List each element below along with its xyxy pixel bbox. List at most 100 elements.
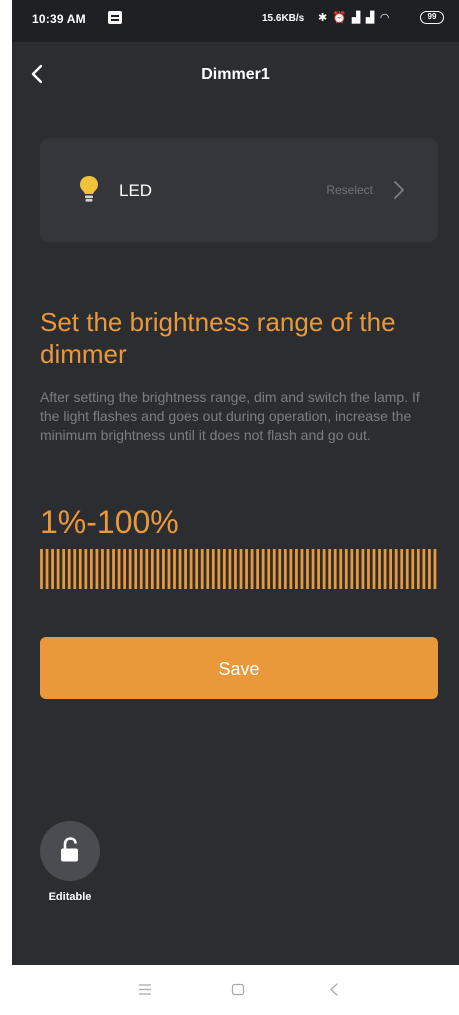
- slider-tick: [239, 549, 243, 589]
- slider-tick: [350, 549, 354, 589]
- bluetooth-icon: ✱: [318, 11, 329, 24]
- slider-tick: [355, 549, 359, 589]
- home-icon: [231, 983, 245, 996]
- brightness-description: After setting the brightness range, dim …: [40, 389, 420, 443]
- network-speed: 15.6KB/s: [262, 13, 305, 24]
- slider-tick: [167, 549, 171, 589]
- slider-tick: [139, 549, 143, 589]
- nav-home-button[interactable]: [218, 975, 258, 1005]
- lock-status-label: Editable: [48, 891, 92, 903]
- brightness-heading: Set the brightness range of the dimmer: [40, 307, 396, 369]
- slider-tick: [322, 549, 326, 589]
- battery-icon: 99: [420, 11, 444, 24]
- status-bar: 10:39 AM 15.6KB/s ✱ ⏰ ▟ ▟ ◠ 99: [12, 0, 459, 42]
- slider-tick: [428, 549, 431, 589]
- slider-tick: [300, 549, 304, 589]
- slider-tick: [411, 549, 415, 589]
- slider-tick: [228, 549, 232, 589]
- slider-tick: [189, 549, 193, 589]
- slider-tick: [134, 549, 138, 589]
- nav-back-button[interactable]: [314, 975, 354, 1005]
- device-type-card[interactable]: LED Reselect: [40, 138, 438, 242]
- slider-tick: [394, 549, 398, 589]
- signal-icon: ▟: [351, 11, 362, 24]
- status-icons: ✱ ⏰ ▟ ▟ ◠: [318, 11, 390, 24]
- slider-tick: [89, 549, 93, 589]
- nav-menu-button[interactable]: [125, 975, 165, 1005]
- slider-tick: [73, 549, 77, 589]
- slider-tick: [416, 549, 420, 589]
- slider-tick: [195, 549, 199, 589]
- slider-tick: [234, 549, 237, 589]
- slider-tick: [306, 549, 309, 589]
- slider-tick: [317, 549, 320, 589]
- slider-tick: [117, 549, 121, 589]
- chevron-right-icon: [394, 181, 404, 199]
- unlocked-padlock-icon: [61, 837, 78, 862]
- slider-tick: [112, 549, 115, 589]
- slider-tick: [256, 549, 259, 589]
- save-button[interactable]: Save: [40, 637, 438, 699]
- slider-tick: [433, 549, 437, 589]
- slider-tick: [211, 549, 215, 589]
- brightness-range-slider[interactable]: [39, 549, 438, 589]
- slider-tick: [383, 549, 387, 589]
- app-screen: 10:39 AM 15.6KB/s ✱ ⏰ ▟ ▟ ◠ 99 Dimmer1 L…: [12, 0, 459, 1015]
- brightness-range-value: 1%-100%: [40, 504, 179, 540]
- slider-tick: [217, 549, 221, 589]
- alarm-icon: ⏰: [332, 11, 348, 24]
- slider-tick: [106, 549, 110, 589]
- slider-tick: [78, 549, 82, 589]
- slider-tick: [367, 549, 370, 589]
- slider-tick: [173, 549, 176, 589]
- slider-tick: [206, 549, 210, 589]
- slider-tick: [378, 549, 381, 589]
- slider-tick: [101, 549, 104, 589]
- slider-tick: [56, 549, 60, 589]
- slider-tick: [339, 549, 343, 589]
- slider-tick: [128, 549, 132, 589]
- slider-tick: [278, 549, 282, 589]
- slider-tick: [67, 549, 71, 589]
- slider-tick: [295, 549, 298, 589]
- header: Dimmer1: [12, 50, 459, 100]
- reselect-link[interactable]: Reselect: [326, 183, 373, 197]
- message-notification-icon: [108, 11, 122, 24]
- back-icon: [330, 983, 338, 996]
- slider-tick: [95, 549, 99, 589]
- slider-tick: [389, 549, 392, 589]
- slider-tick: [289, 549, 293, 589]
- signal-icon: ▟: [365, 11, 376, 24]
- edit-lock-button[interactable]: [40, 821, 100, 881]
- slider-tick: [51, 549, 54, 589]
- slider-tick: [344, 549, 348, 589]
- slider-tick: [178, 549, 182, 589]
- slider-tick: [272, 549, 276, 589]
- slider-tick: [40, 549, 43, 589]
- slider-tick: [245, 549, 248, 589]
- slider-tick: [333, 549, 337, 589]
- slider-tick: [361, 549, 365, 589]
- slider-tick: [62, 549, 66, 589]
- slider-tick: [261, 549, 265, 589]
- wifi-icon: ◠: [379, 11, 391, 24]
- navigation-bar: [12, 965, 459, 1015]
- slider-track: [40, 549, 437, 589]
- slider-tick: [372, 549, 376, 589]
- slider-tick: [267, 549, 271, 589]
- slider-tick: [156, 549, 160, 589]
- slider-tick: [405, 549, 409, 589]
- slider-tick: [328, 549, 332, 589]
- slider-tick: [283, 549, 287, 589]
- status-time: 10:39 AM: [32, 12, 86, 26]
- slider-tick: [311, 549, 315, 589]
- light-bulb-icon: [80, 176, 98, 202]
- slider-tick: [123, 549, 126, 589]
- slider-tick: [422, 549, 426, 589]
- slider-tick: [45, 549, 49, 589]
- slider-tick: [250, 549, 254, 589]
- page-title: Dimmer1: [201, 66, 270, 83]
- slider-tick: [84, 549, 88, 589]
- slider-tick: [150, 549, 154, 589]
- slider-tick: [400, 549, 404, 589]
